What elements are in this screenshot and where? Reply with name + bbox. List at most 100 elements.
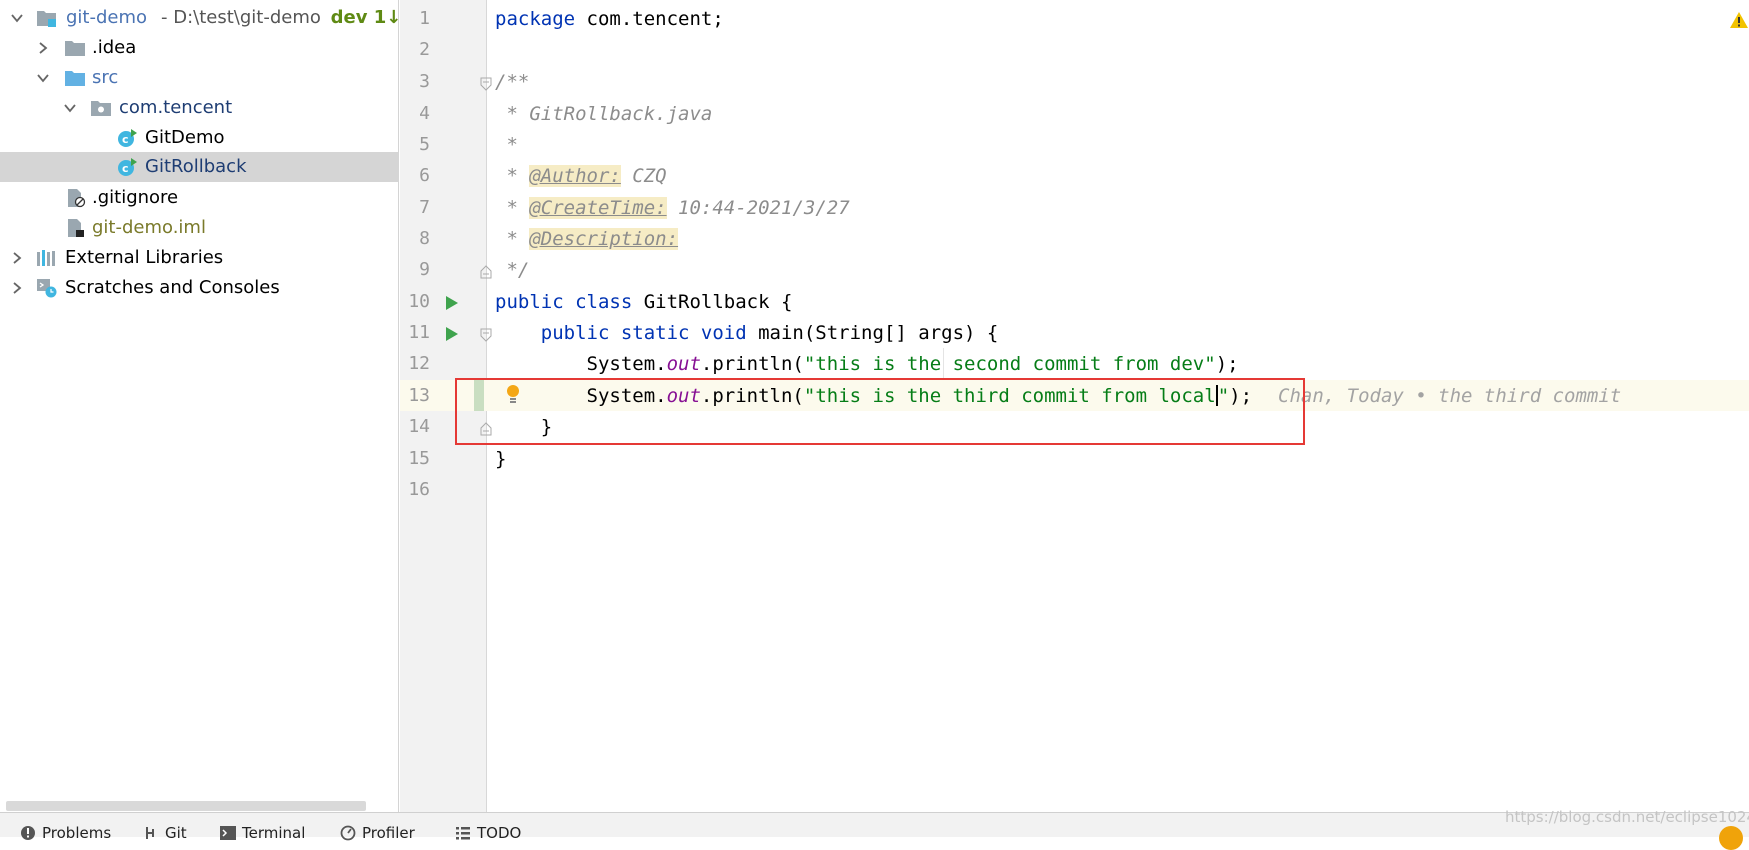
line-number: 8 [419,228,430,249]
run-class-icon[interactable] [445,294,459,310]
tree-node-gitrollback[interactable]: c GitRollback [0,152,399,182]
horizontal-scrollbar[interactable] [6,801,366,811]
svg-text:c: c [122,162,129,175]
chevron-down-icon[interactable] [36,71,50,85]
module-file-icon [66,218,88,238]
token-comment: * [495,197,530,219]
code-line[interactable]: 6 * @Author: CZQ [400,160,1749,191]
svg-text:c: c [122,133,129,146]
fold-icon[interactable] [480,325,492,342]
scratches-icon [36,278,58,298]
tab-problems[interactable]: Problems [20,823,111,843]
line-number: 10 [408,291,430,312]
project-panel: git-demo - D:\test\git-demo dev 1↓ / .ide… [0,0,414,812]
code-line[interactable]: 8 * @Description: [400,223,1749,254]
token-doc-tag: @CreateTime: [529,197,667,219]
tool-window-bar: Problems Git Terminal Profiler TODO [0,812,1749,842]
code-line[interactable]: 4 * GitRollback.java [400,98,1749,129]
tree-label: src [92,67,119,88]
token-comment: 10:44-2021/3/27 [666,197,850,219]
chevron-right-icon[interactable] [36,41,50,55]
line-number: 3 [419,71,430,92]
code-line[interactable]: 3 /** [400,66,1749,97]
token-comment: * [495,228,530,250]
line-number: 15 [408,448,430,469]
code-line[interactable]: 9 */ [400,254,1749,285]
token-text: ); [1215,353,1239,375]
source-folder-icon [64,68,86,88]
tab-git[interactable]: Git [143,823,187,843]
tree-node-idea[interactable]: .idea [0,33,399,63]
tree-node-scratches[interactable]: Scratches and Consoles [0,273,399,303]
line-number: 14 [408,416,430,437]
token-keyword: package [495,8,576,30]
tab-label: TODO [477,824,522,842]
tab-terminal[interactable]: Terminal [220,823,305,843]
line-number: 7 [419,197,430,218]
tree-label: .gitignore [92,187,179,208]
code-text: * @Author: CZQ [495,165,667,187]
token-doc-tag: @Description: [529,228,679,250]
package-icon [90,98,112,118]
watermark: https://blog.csdn.net/eclipse1024 [1505,808,1749,826]
tab-profiler[interactable]: Profiler [340,823,415,843]
tree-label: Scratches and Consoles [65,277,280,298]
code-line[interactable]: 15 } [400,443,1749,474]
line-number: 9 [419,259,430,280]
chevron-right-icon[interactable] [10,281,24,295]
tree-node-external-libraries[interactable]: External Libraries [0,243,399,273]
tree-node-src[interactable]: src [0,63,399,93]
token-keyword: public class [495,291,633,313]
token-comment: * GitRollback.java [495,103,713,125]
fold-icon[interactable] [480,74,492,91]
profiler-icon [340,825,356,841]
notification-badge-icon[interactable] [1719,826,1743,850]
tree-node-iml[interactable]: git-demo.iml [0,213,399,243]
git-blame-inlay[interactable]: Chan, Today • the third commit [1278,385,1621,407]
token-keyword: public static void [540,322,747,344]
tree-label: External Libraries [65,247,224,268]
line-number: 16 [408,479,430,500]
chevron-right-icon[interactable] [10,251,24,265]
code-line[interactable]: 16 [400,474,1749,505]
code-text: * @Description: [495,228,679,250]
tree-node-gitdemo[interactable]: c GitDemo [0,123,399,153]
git-branch-icon [143,825,159,841]
token-text: } [495,448,507,470]
tree-label: com.tencent [119,97,233,118]
code-line[interactable]: 10 public class GitRollback { [400,286,1749,317]
token-comment: * [495,134,518,156]
code-line[interactable]: 11 public static void main(String[] args… [400,317,1749,348]
chevron-down-icon[interactable] [63,101,77,115]
tree-node-root[interactable]: git-demo - D:\test\git-demo dev 1↓ / [0,3,414,33]
ignore-file-icon [66,188,88,208]
code-text: System.out.println("this is the second c… [495,353,1239,375]
tab-todo[interactable]: TODO [455,823,521,843]
fold-end-icon[interactable] [480,262,492,279]
line-number: 2 [419,39,430,60]
token-text: GitRollback { [632,291,793,313]
token-comment: * [495,165,530,187]
token-text: .println( [700,353,804,375]
code-text: package com.tencent; [495,8,724,30]
problems-icon [20,825,36,841]
code-line[interactable]: 7 * @CreateTime: 10:44-2021/3/27 [400,192,1749,223]
warning-icon[interactable] [1729,11,1749,29]
code-line[interactable]: 2 [400,34,1749,65]
library-icon [36,248,58,268]
run-main-icon[interactable] [445,325,459,341]
module-folder-icon [36,8,58,28]
code-line[interactable]: 5 * [400,129,1749,160]
chevron-down-icon[interactable] [10,11,24,25]
tree-node-gitignore[interactable]: .gitignore [0,183,399,213]
tree-label: git-demo.iml [92,217,206,238]
code-line[interactable]: 12 System.out.println("this is the secon… [400,348,1749,379]
tab-label: Profiler [362,824,415,842]
token-comment: /** [495,71,530,93]
tree-label: GitRollback [145,156,247,177]
code-text: * @CreateTime: 10:44-2021/3/27 [495,197,850,219]
token-text: main(String[] args) { [746,322,999,344]
code-text: public static void main(String[] args) { [495,322,999,344]
code-line[interactable]: 1 package com.tencent; [400,3,1749,34]
tree-node-package[interactable]: com.tencent [0,93,399,123]
